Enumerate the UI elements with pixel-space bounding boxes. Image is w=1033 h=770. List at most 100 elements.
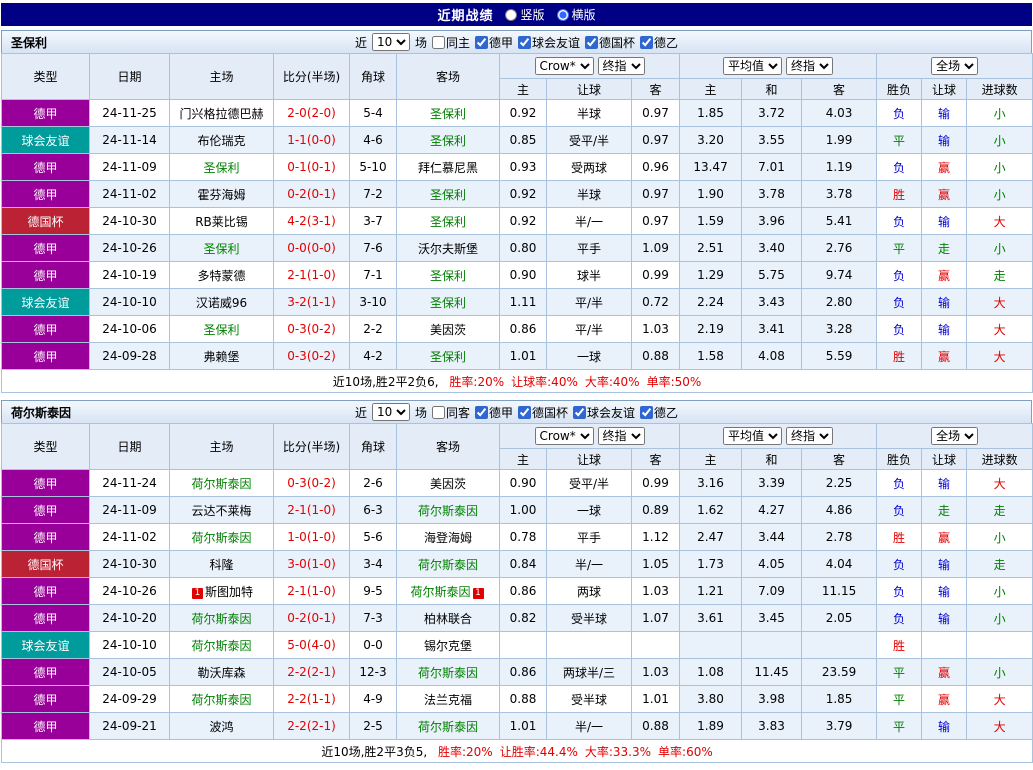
avg-odds-cell: 3.83 [741,712,803,740]
league-filter-option[interactable]: 球会友谊 [573,404,635,421]
team-name: 圣保利 [11,35,48,50]
league-filter-option[interactable]: 德乙 [640,34,678,51]
avg-odds-cell: 3.16 [679,469,743,497]
handicap-odds-cell: 受平/半 [546,126,632,154]
match-row: 德甲 24-09-28 弗赖堡 0-3(0-2) 4-2 圣保利 1.01 一球 0.88 1.5… [1,342,1033,370]
match-row: 德国杯 24-10-30 科隆 3-0(1-0) 3-4 荷尔斯泰因 0.84 半/一 1.05… [1,550,1033,578]
away-team-cell: 荷尔斯泰因 [396,658,500,686]
avg-source-select[interactable]: 平均值 [723,57,783,75]
home-team-name: 荷尔斯泰因 [191,638,252,653]
away-team-cell: 法兰克福 [396,685,500,713]
league-filter-option[interactable]: 德乙 [640,404,678,421]
away-team-name: 圣保利 [429,187,466,202]
odds-company-select[interactable]: Crow* [534,427,594,445]
same-venue-option[interactable]: 同客 [431,404,470,421]
result-cell: 平 [876,234,923,262]
odds-stage-select[interactable]: 终指 [597,427,645,445]
column-header: 类型 [1,53,90,100]
summary-stat: 单率:60% [658,744,713,759]
home-team-cell: 圣保利 [169,315,274,343]
scope-select[interactable]: 全场 [931,427,979,445]
result-cell: 负 [876,550,923,578]
vertical-layout-radio[interactable] [505,8,518,21]
result-cell: 小 [966,523,1033,551]
avg-odds-cell: 11.15 [801,577,878,605]
league-filter-checkbox[interactable] [518,35,531,49]
column-header: 比分(半场) [273,53,350,100]
league-filter-checkbox[interactable] [474,405,488,419]
away-team-cell: 圣保利 [396,99,500,127]
match-count-select[interactable]: 10 [371,403,410,421]
odds-stage-select[interactable]: 终指 [597,57,645,75]
column-header: 客场 [396,423,500,470]
home-team-name: 斯图加特 [204,584,253,599]
result-cell: 赢 [921,523,968,551]
league-filter-checkbox[interactable] [474,35,488,49]
summary-row: 近10场,胜2平3负5, 胜率:20% 让胜率:44.4% 大率:33.3% 单率:6… [0,739,1033,763]
home-team-cell: 波鸿 [169,712,274,740]
result-cell: 平 [876,685,923,713]
league-filter-option[interactable]: 球会友谊 [518,34,580,51]
match-row: 球会友谊 24-10-10 荷尔斯泰因 5-0(4-0) 0-0 锡尔克堡 胜 [1,631,1033,659]
result-cell: 平 [876,126,923,154]
league-filter-option[interactable]: 德甲 [474,34,513,51]
avg-stage-select[interactable]: 终指 [786,427,834,445]
result-cell: 胜 [876,342,923,370]
home-team-name: 布伦瑞克 [197,133,246,148]
result-cell: 胜 [876,523,923,551]
home-team-cell: 荷尔斯泰因 [169,604,274,632]
home-team-cell: 门兴格拉德巴赫 [169,99,274,127]
same-venue-option[interactable]: 同主 [431,34,470,51]
result-cell: 输 [921,577,968,605]
match-row: 球会友谊 24-10-10 汉诺威96 3-2(1-1) 3-10 圣保利 1.11 平/半 0… [1,288,1033,316]
result-cell: 大 [966,712,1033,740]
avg-odds-cell: 1.85 [801,685,878,713]
score-cell: 3-2(1-1) [273,288,350,316]
scope-select[interactable]: 全场 [931,57,979,75]
same-venue-checkbox[interactable] [431,35,445,49]
result-cell: 负 [876,496,923,524]
home-team-name: 荷尔斯泰因 [191,530,252,545]
column-header: 进球数 [966,448,1033,470]
match-count-select[interactable]: 10 [371,33,410,51]
corners-cell: 7-6 [349,234,397,262]
handicap-odds-cell: 1.01 [499,712,547,740]
league-filter-checkbox[interactable] [518,405,531,419]
match-row: 德甲 24-11-02 荷尔斯泰因 1-0(1-0) 5-6 海登海姆 0.78 平手 1.12… [1,523,1033,551]
handicap-odds-cell: 0.97 [630,207,681,235]
league-filter-checkbox[interactable] [640,35,654,49]
horizontal-layout-option[interactable]: 横版 [556,6,596,23]
date-cell: 24-11-09 [89,153,170,181]
vertical-layout-option[interactable]: 竖版 [505,6,545,23]
home-team-cell: 汉诺威96 [169,288,274,316]
league-filter-checkbox[interactable] [573,405,587,419]
same-venue-checkbox[interactable] [431,405,445,419]
horizontal-layout-radio[interactable] [556,8,569,21]
league-filter-checkbox[interactable] [585,35,599,49]
avg-odds-cell: 1.73 [679,550,743,578]
score-cell: 1-1(0-0) [273,126,350,154]
avg-odds-cell: 2.78 [801,523,878,551]
corners-cell: 5-4 [349,99,397,127]
match-row: 德甲 24-10-26 圣保利 0-0(0-0) 7-6 沃尔夫斯堡 0.80 平手 1.09 2… [1,234,1033,262]
home-team-cell: 1 斯图加特 [169,577,274,605]
home-team-name: 圣保利 [203,241,240,256]
handicap-odds-cell: 平/半 [546,315,632,343]
league-filter-option[interactable]: 德国杯 [518,404,568,421]
league-filter-option[interactable]: 德国杯 [585,34,635,51]
avg-odds-cell: 4.05 [741,550,803,578]
avg-odds-cell: 1.89 [679,712,743,740]
odds-company-select[interactable]: Crow* [534,57,594,75]
matches-unit-label: 场 [414,405,427,420]
avg-source-select[interactable]: 平均值 [723,427,783,445]
summary-stat: 胜率:20% [449,374,505,389]
avg-stage-select[interactable]: 终指 [786,57,834,75]
league-filter-checkbox[interactable] [640,405,654,419]
result-cell: 走 [921,496,968,524]
column-header: 主 [679,78,743,100]
league-filter-label: 德甲 [488,35,513,50]
handicap-odds-cell: 0.99 [630,469,681,497]
team-section-1: 荷尔斯泰因近 10 场同客 德甲 德国杯 球会友谊 德乙 类型 日期 主场 比分(半场) 角球 客场 Cr… [0,400,1033,763]
away-team-name: 荷尔斯泰因 [417,557,478,572]
league-filter-option[interactable]: 德甲 [474,404,513,421]
